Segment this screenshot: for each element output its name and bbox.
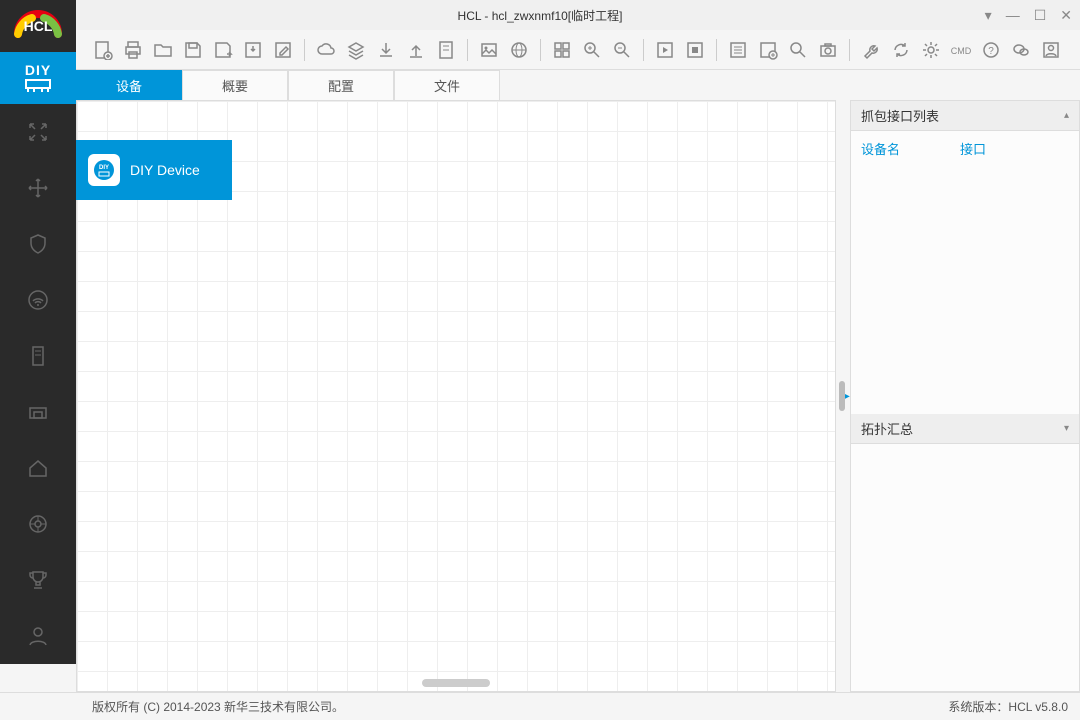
sidebar-trophy-icon[interactable]: [0, 552, 76, 608]
version-text: 系统版本：HCL v5.8.0: [948, 698, 1068, 715]
minimize-icon[interactable]: —: [1006, 7, 1020, 23]
refresh-icon[interactable]: [888, 37, 914, 63]
sidebar-move-icon[interactable]: [0, 160, 76, 216]
collapse-icon[interactable]: ▾: [1064, 423, 1069, 434]
save-icon[interactable]: [180, 37, 206, 63]
sidebar-item-diy[interactable]: DIY: [0, 52, 76, 104]
image-icon[interactable]: [476, 37, 502, 63]
window-controls: ▾ — ☐ ✕: [985, 7, 1072, 24]
capture-panel-header[interactable]: 抓包接口列表 ▴: [851, 101, 1079, 131]
diy-device-label: DIY Device: [130, 162, 200, 178]
diy-flyout[interactable]: DIY DIY Device: [76, 140, 232, 200]
globe-icon[interactable]: [506, 37, 532, 63]
capture-title: 抓包接口列表: [861, 106, 939, 125]
list2-icon[interactable]: [755, 37, 781, 63]
export-icon[interactable]: [240, 37, 266, 63]
zoomout-icon[interactable]: [609, 37, 635, 63]
capture-columns: 设备名 接口: [851, 131, 1079, 166]
sidebar-expand-icon[interactable]: [0, 104, 76, 160]
help-icon[interactable]: ?: [978, 37, 1004, 63]
dropdown-icon[interactable]: ▾: [985, 7, 992, 24]
capture-body: [851, 166, 1079, 414]
cmd-icon[interactable]: CMD: [948, 37, 974, 63]
topology-body: [851, 444, 1079, 692]
titlebar: HCL - hcl_zwxnmf10[临时工程] ▾ — ☐ ✕: [0, 0, 1080, 30]
window-title: HCL - hcl_zwxnmf10[临时工程]: [458, 7, 623, 24]
layers-icon[interactable]: [343, 37, 369, 63]
camera-icon[interactable]: [815, 37, 841, 63]
doc-icon[interactable]: [433, 37, 459, 63]
new-icon[interactable]: [90, 37, 116, 63]
tab-1[interactable]: 概要: [182, 70, 288, 100]
gear-icon[interactable]: [918, 37, 944, 63]
close-icon[interactable]: ✕: [1060, 7, 1072, 24]
topology-panel-header[interactable]: 拓扑汇总 ▾: [851, 414, 1079, 444]
collapse-icon[interactable]: ▴: [1064, 110, 1069, 121]
toolbar: CMD?: [0, 30, 1080, 70]
diy-label: DIY: [25, 62, 51, 78]
tab-3[interactable]: 文件: [394, 70, 500, 100]
col-interface[interactable]: 接口: [960, 139, 986, 158]
wechat-icon[interactable]: [1008, 37, 1034, 63]
print-icon[interactable]: [120, 37, 146, 63]
saveas-icon[interactable]: [210, 37, 236, 63]
down-icon[interactable]: [373, 37, 399, 63]
splitter[interactable]: ▶: [836, 100, 850, 692]
left-sidebar: HCL DIY: [0, 0, 76, 664]
play-icon[interactable]: [652, 37, 678, 63]
copyright-text: 版权所有 (C) 2014-2023 新华三技术有限公司。: [92, 698, 344, 715]
topology-title: 拓扑汇总: [861, 419, 913, 438]
tabs: 设备概要配置文件: [76, 70, 1080, 100]
col-device[interactable]: 设备名: [861, 139, 900, 158]
zoomin-icon[interactable]: [579, 37, 605, 63]
svg-text:CMD: CMD: [951, 46, 971, 56]
logo-text: HCL: [24, 18, 53, 34]
search-icon[interactable]: [785, 37, 811, 63]
statusbar: 版权所有 (C) 2014-2023 新华三技术有限公司。 系统版本：HCL v…: [0, 692, 1080, 720]
sidebar-shield-icon[interactable]: [0, 216, 76, 272]
user-icon[interactable]: [1038, 37, 1064, 63]
logo: HCL: [0, 0, 76, 52]
maximize-icon[interactable]: ☐: [1034, 7, 1047, 24]
cloud-icon[interactable]: [313, 37, 339, 63]
sidebar-home-icon[interactable]: [0, 440, 76, 496]
sidebar-wheel-icon[interactable]: [0, 496, 76, 552]
sidebar-wifi-icon[interactable]: [0, 272, 76, 328]
wrench-icon[interactable]: [858, 37, 884, 63]
edit-icon[interactable]: [270, 37, 296, 63]
horizontal-scrollbar[interactable]: [77, 679, 835, 689]
up-icon[interactable]: [403, 37, 429, 63]
sidebar-server-icon[interactable]: [0, 328, 76, 384]
open-icon[interactable]: [150, 37, 176, 63]
tab-0[interactable]: 设备: [76, 70, 182, 100]
svg-text:DIY: DIY: [99, 165, 109, 171]
grid-icon[interactable]: [549, 37, 575, 63]
stop-icon[interactable]: [682, 37, 708, 63]
svg-text:?: ?: [988, 46, 994, 57]
right-panel: 抓包接口列表 ▴ 设备名 接口 拓扑汇总 ▾: [850, 100, 1080, 692]
diy-device-icon: DIY: [88, 154, 120, 186]
list1-icon[interactable]: [725, 37, 751, 63]
sidebar-user-icon[interactable]: [0, 608, 76, 664]
tab-2[interactable]: 配置: [288, 70, 394, 100]
sidebar-port-icon[interactable]: [0, 384, 76, 440]
